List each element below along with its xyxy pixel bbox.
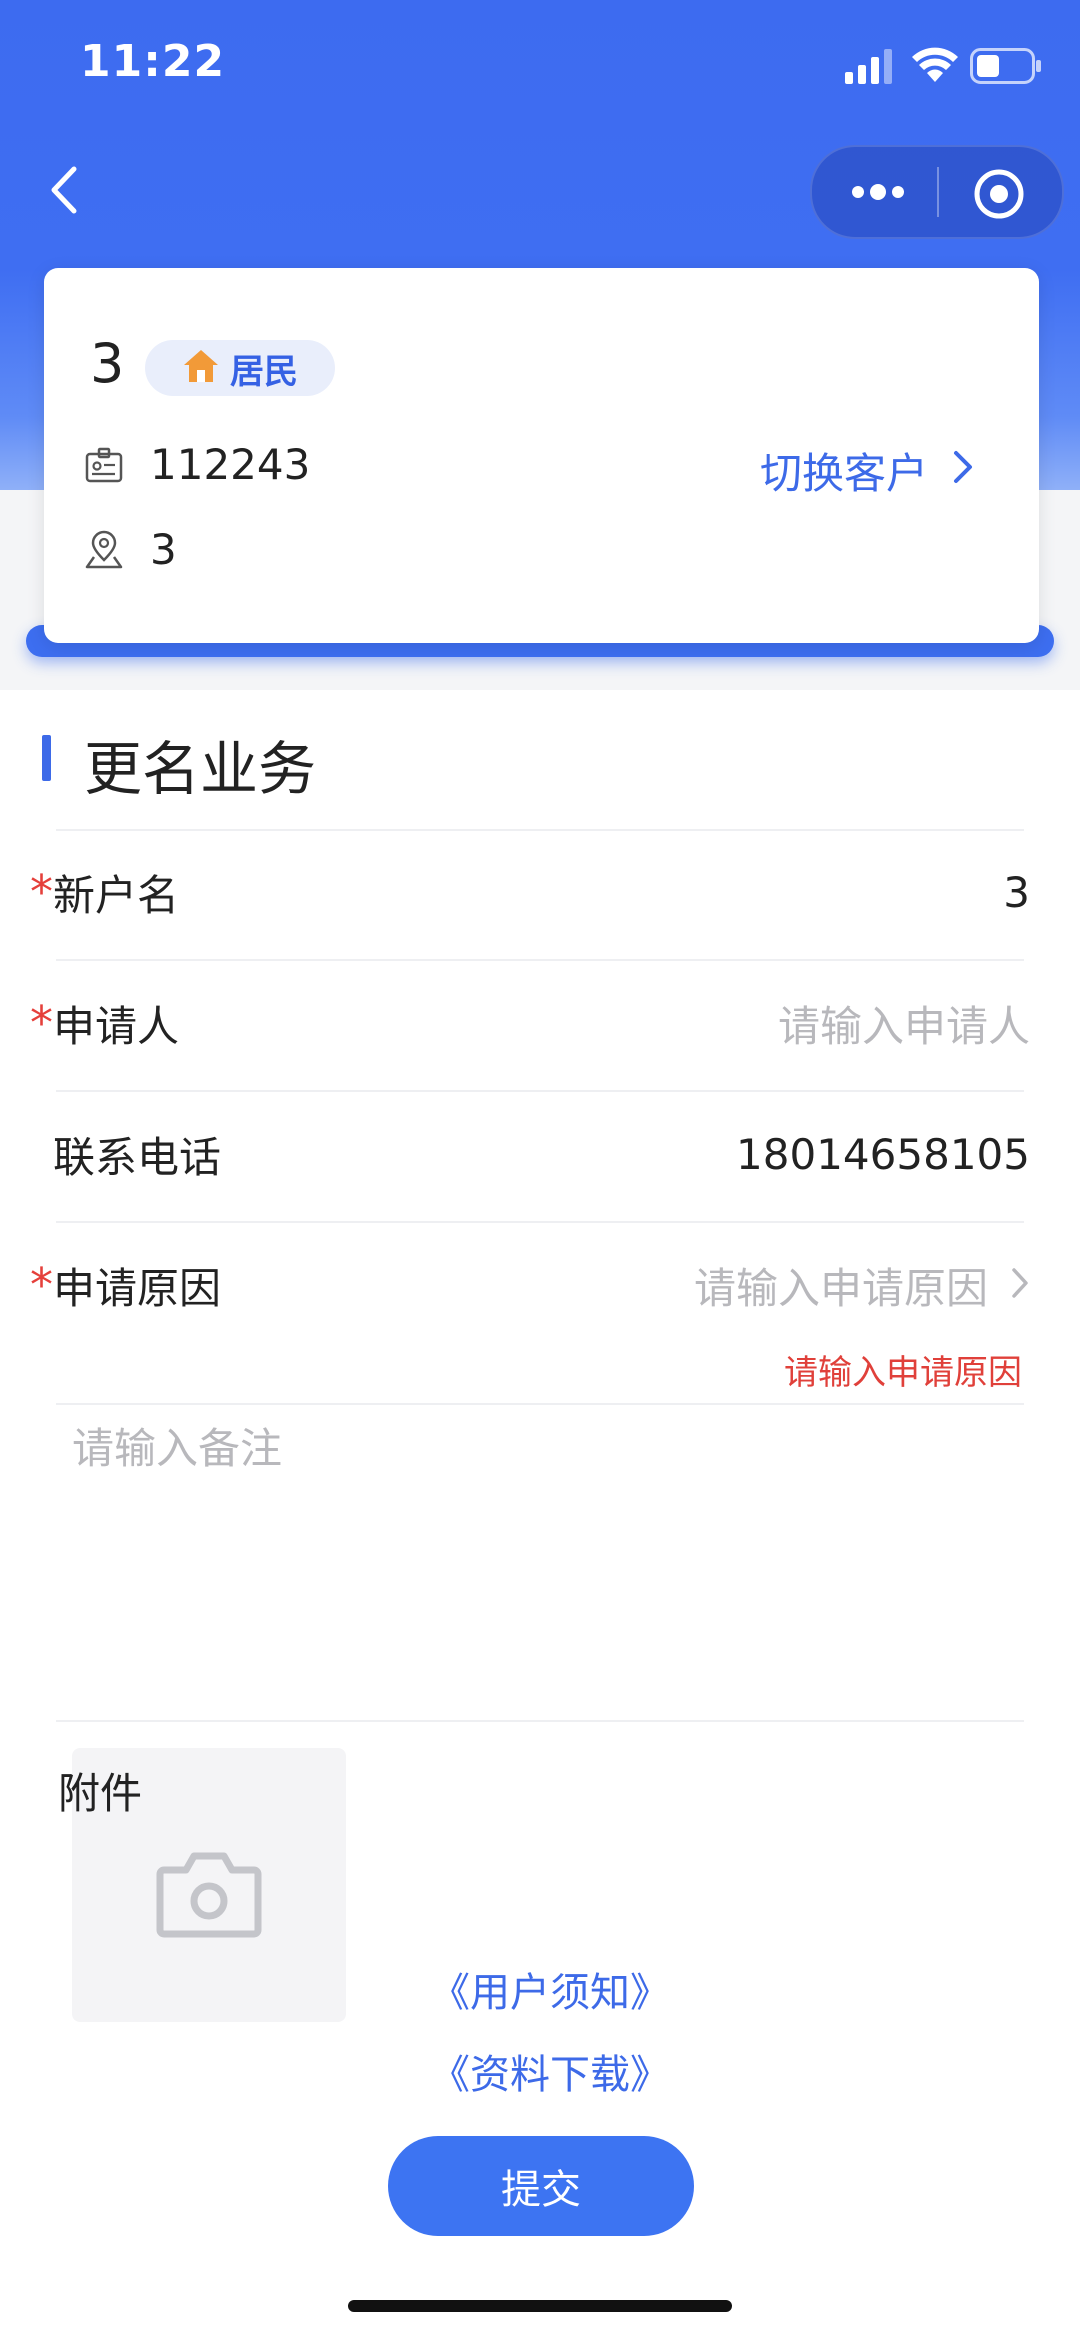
applicant-field[interactable]: * 申请人 请输入申请人	[30, 993, 1030, 1053]
divider	[56, 1221, 1024, 1223]
account-row: 112243	[84, 440, 310, 489]
more-icon[interactable]	[848, 175, 908, 209]
close-mini-program-icon[interactable]	[972, 167, 1026, 221]
capsule-divider	[937, 167, 939, 217]
reason-placeholder: 请输入申请原因	[693, 1263, 988, 1313]
user-notice-link[interactable]: 《用户须知》	[430, 1960, 670, 2018]
new-name-label: 新户名	[53, 870, 180, 920]
customer-name: 3	[90, 332, 125, 395]
required-mark: *	[30, 996, 53, 1050]
chevron-right-icon	[952, 446, 974, 495]
back-button[interactable]	[40, 155, 100, 225]
phone-field[interactable]: *联系电话 18014658105	[30, 1124, 1030, 1184]
status-time: 11:22	[80, 36, 226, 87]
divider	[56, 1720, 1024, 1722]
mini-program-capsule	[810, 145, 1064, 239]
remark-textarea[interactable]: 请输入备注	[72, 1415, 282, 1476]
divider	[56, 959, 1024, 961]
camera-icon	[156, 1848, 262, 1942]
address-row: 3	[84, 525, 177, 574]
customer-type-tag: 居民	[145, 340, 335, 396]
applicant-input[interactable]: 请输入申请人	[778, 993, 1030, 1054]
account-id: 112243	[150, 440, 311, 489]
submit-button[interactable]: 提交	[388, 2136, 694, 2236]
section-title: 更名业务	[84, 735, 317, 803]
wifi-icon	[910, 44, 960, 84]
battery-icon	[970, 48, 1042, 84]
reason-field[interactable]: * 申请原因 请输入申请原因	[30, 1255, 1030, 1315]
new-name-field[interactable]: * 新户名 3	[30, 862, 1030, 922]
switch-customer-button[interactable]: 切换客户	[760, 440, 974, 501]
customer-type-label: 居民	[230, 351, 298, 392]
reason-select[interactable]: 请输入申请原因	[694, 1255, 1030, 1316]
home-icon	[182, 348, 220, 388]
address-value: 3	[150, 525, 177, 574]
phone-value: 18014658105	[736, 1129, 1030, 1179]
attachment-label: 附件	[58, 1769, 143, 1818]
reason-error-message: 请输入申请原因	[784, 1353, 1022, 1393]
divider	[56, 829, 1024, 831]
reason-label: 申请原因	[53, 1263, 222, 1313]
required-mark: *	[30, 865, 53, 919]
home-indicator	[348, 2300, 732, 2312]
applicant-label: 申请人	[53, 1001, 180, 1051]
chevron-right-icon	[1010, 1261, 1030, 1310]
location-icon	[84, 530, 124, 570]
required-mark: *	[30, 1258, 53, 1312]
divider	[56, 1090, 1024, 1092]
signal-icon	[845, 48, 897, 84]
material-download-link[interactable]: 《资料下载》	[430, 2042, 670, 2100]
id-card-icon	[84, 445, 124, 485]
phone-label: 联系电话	[53, 1132, 222, 1182]
divider	[56, 1403, 1024, 1405]
switch-customer-label: 切换客户	[760, 449, 929, 498]
section-title-bar	[42, 735, 51, 781]
new-name-value: 3	[1003, 867, 1030, 917]
